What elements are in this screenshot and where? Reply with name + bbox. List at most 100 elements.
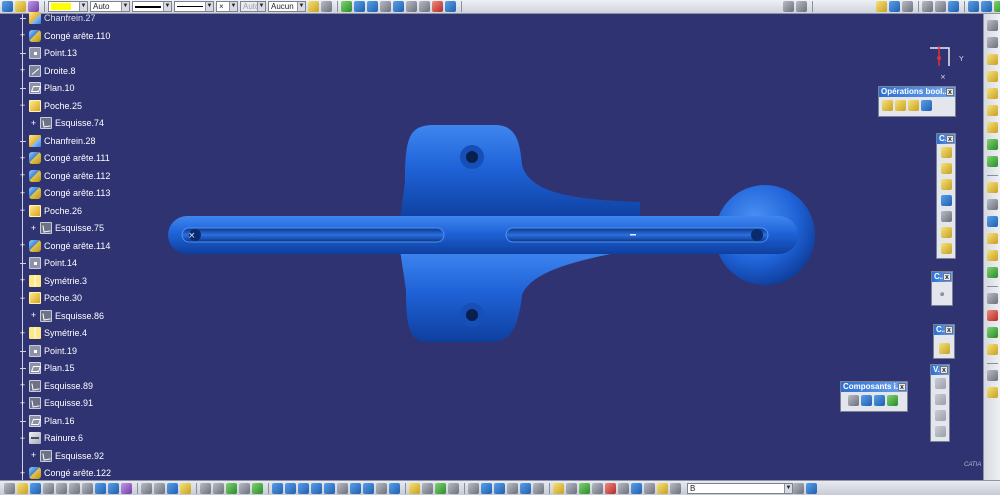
fit-all-icon[interactable]: [272, 482, 283, 494]
scale-icon[interactable]: [938, 343, 950, 354]
error-icon[interactable]: [986, 310, 998, 321]
whats-this-icon[interactable]: [121, 482, 132, 494]
close-icon[interactable]: x: [946, 88, 954, 96]
flag-icon[interactable]: [670, 482, 681, 494]
shaft-icon[interactable]: [986, 88, 998, 99]
expand-icon[interactable]: +: [19, 328, 26, 337]
pocket-icon[interactable]: [986, 71, 998, 82]
open-icon[interactable]: [17, 482, 28, 494]
thickness-icon[interactable]: [940, 211, 952, 222]
tree-item[interactable]: Plan.15: [20, 361, 75, 375]
chart-icon[interactable]: [657, 482, 668, 494]
expand-icon[interactable]: +: [30, 223, 37, 232]
chevron-down-icon[interactable]: ▼: [784, 483, 792, 493]
chevron-down-icon[interactable]: ▼: [79, 2, 87, 11]
macro-icon[interactable]: [644, 482, 655, 494]
rib-icon[interactable]: [986, 139, 998, 150]
expand-icon[interactable]: +: [19, 381, 26, 390]
line-tool-icon[interactable]: [796, 1, 807, 12]
close-icon[interactable]: x: [898, 383, 906, 391]
wireframe-icon[interactable]: [902, 1, 913, 12]
collapse-icon[interactable]: −: [19, 206, 26, 215]
components-palette[interactable]: Composants i... x: [840, 381, 908, 412]
expand-icon[interactable]: +: [30, 118, 37, 127]
apply-material-icon[interactable]: [445, 1, 456, 12]
sketcher-icon[interactable]: [986, 20, 998, 31]
line-type-combo[interactable]: ▼: [174, 1, 214, 12]
track-icon[interactable]: [533, 482, 544, 494]
formula-icon[interactable]: [986, 327, 998, 338]
tree-item[interactable]: + Congé arête.113: [20, 186, 110, 200]
tree-item[interactable]: + Congé arête.111: [20, 151, 110, 165]
tree-item[interactable]: + Esquisse.74: [31, 116, 104, 130]
chevron-down-icon[interactable]: ▼: [205, 2, 213, 11]
intersect-icon[interactable]: [921, 100, 932, 111]
zoom-area-icon[interactable]: [793, 482, 804, 494]
udf-icon[interactable]: [887, 395, 898, 406]
tree-item[interactable]: Chanfrein.27: [20, 11, 96, 25]
iso-view-icon[interactable]: [350, 482, 361, 494]
palette-title[interactable]: C... x: [937, 134, 955, 144]
close-icon[interactable]: x: [940, 366, 948, 374]
rotate-icon[interactable]: [354, 1, 365, 12]
shading-icon[interactable]: [889, 1, 900, 12]
multi-section-icon[interactable]: [986, 182, 998, 193]
layer-combo[interactable]: Aucun ▼: [268, 1, 306, 12]
select-icon[interactable]: [2, 1, 13, 12]
comment-icon[interactable]: [154, 482, 165, 494]
zoom-out-icon[interactable]: [324, 482, 335, 494]
material-icon[interactable]: [409, 482, 420, 494]
tree-item[interactable]: − Rainure.6: [20, 431, 83, 445]
tree-item[interactable]: Plan.10: [20, 81, 75, 95]
tree-item[interactable]: Plan.16: [20, 414, 75, 428]
paste-icon[interactable]: [82, 482, 93, 494]
palette-title[interactable]: V... x: [931, 365, 949, 375]
fly-icon[interactable]: [806, 482, 817, 494]
collapse-icon[interactable]: −: [19, 293, 26, 302]
point-tool-icon[interactable]: [783, 1, 794, 12]
tree-item[interactable]: + Congé arête.122: [20, 466, 111, 480]
tree-item[interactable]: + Congé arête.110: [20, 29, 110, 43]
tree-item[interactable]: + Esquisse.92: [31, 449, 104, 463]
fit-all-icon[interactable]: [922, 1, 933, 12]
edge-fillet-icon[interactable]: [940, 147, 952, 158]
snap-icon[interactable]: [419, 1, 430, 12]
measure-item-icon[interactable]: [239, 482, 250, 494]
shading-edges-icon[interactable]: [363, 482, 374, 494]
zoom-in-icon[interactable]: [311, 482, 322, 494]
rotate-icon[interactable]: [298, 482, 309, 494]
palette-title[interactable]: Composants i... x: [841, 382, 907, 392]
shell-icon[interactable]: [940, 195, 952, 206]
hide-show-icon[interactable]: [376, 482, 387, 494]
tree-item[interactable]: + Symétrie.4: [20, 326, 87, 340]
palette-title[interactable]: C... x: [934, 325, 954, 335]
command-input[interactable]: B ▼: [687, 482, 793, 494]
palette-title[interactable]: Opérations bool... x: [879, 87, 955, 97]
expand-icon[interactable]: +: [19, 241, 26, 250]
environment-icon[interactable]: [520, 482, 531, 494]
hide-show-icon[interactable]: [935, 1, 946, 12]
new-icon[interactable]: [4, 482, 15, 494]
multi-view-icon[interactable]: [393, 1, 404, 12]
normal-view-icon[interactable]: [337, 482, 348, 494]
snapshot-icon[interactable]: [422, 482, 433, 494]
chevron-down-icon[interactable]: ▼: [229, 2, 237, 11]
line-weight-combo[interactable]: ▼: [132, 1, 172, 12]
draft-icon[interactable]: [940, 179, 952, 190]
close-icon[interactable]: x: [946, 135, 954, 143]
palette-title[interactable]: C... x: [932, 272, 952, 282]
translation-icon[interactable]: [986, 267, 998, 278]
tree-item[interactable]: + Droite.8: [20, 64, 76, 78]
parameters-icon[interactable]: [618, 482, 629, 494]
redo-icon[interactable]: [981, 1, 992, 12]
tree-item[interactable]: Point.13: [20, 46, 77, 60]
reference-element-icon[interactable]: [631, 482, 642, 494]
law-icon[interactable]: [167, 482, 178, 494]
normal-view-icon[interactable]: [380, 1, 391, 12]
copy-icon[interactable]: [69, 482, 80, 494]
chevron-down-icon[interactable]: ▼: [297, 2, 305, 11]
print-icon[interactable]: [43, 482, 54, 494]
cut-icon[interactable]: [56, 482, 67, 494]
measure-between-icon[interactable]: [226, 482, 237, 494]
tree-item[interactable]: Point.14: [20, 256, 77, 270]
